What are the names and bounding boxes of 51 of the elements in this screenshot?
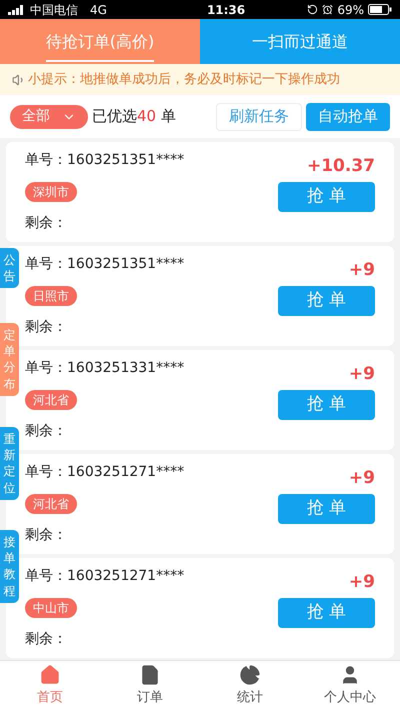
- city-tag: 河北省: [25, 494, 77, 514]
- price-text: +9: [348, 259, 375, 282]
- grab-order-button[interactable]: 抢 单: [278, 286, 375, 316]
- remaining-label: 剩余：: [25, 630, 68, 649]
- nav-item[interactable]: 个人中心: [300, 661, 400, 711]
- network-type: 4G: [90, 2, 107, 18]
- nav-item[interactable]: 统计: [200, 661, 300, 711]
- battery-percent: 69%: [337, 2, 364, 18]
- battery-icon: [368, 4, 392, 15]
- order-number: 单号：1603251351****: [25, 151, 186, 170]
- side-tab[interactable]: 定单分布: [0, 323, 19, 396]
- signal-icon: [8, 4, 26, 14]
- clock-time: 11:36: [206, 2, 246, 18]
- price-text: +9: [348, 571, 375, 594]
- price-text: +9: [348, 467, 375, 490]
- order-number: 单号：1603251271****: [25, 463, 186, 482]
- side-tab[interactable]: 重新定位: [0, 427, 19, 500]
- price-text: +10.37: [306, 155, 375, 178]
- order-number: 单号：1603251351****: [25, 255, 186, 274]
- grab-order-button[interactable]: 抢 单: [278, 390, 375, 420]
- order-number: 单号：1603251331****: [25, 359, 186, 378]
- grab-order-button[interactable]: 抢 单: [278, 182, 375, 212]
- alarm-icon: [322, 4, 334, 15]
- city-tag: 中山市: [25, 598, 77, 618]
- grab-order-button[interactable]: 抢 单: [278, 598, 375, 628]
- remaining-label: 剩余：: [25, 214, 68, 233]
- selected-count-text: 已优选40 单: [92, 106, 176, 128]
- order-number: 单号：1603251271****: [25, 567, 186, 586]
- document-icon: [139, 664, 161, 686]
- nav-item[interactable]: 首页: [0, 661, 100, 711]
- pie-chart-icon: [239, 664, 261, 686]
- rotation-lock-icon: [307, 4, 318, 15]
- filter-dropdown[interactable]: 全部: [10, 104, 88, 128]
- tab[interactable]: 一扫而过通道: [200, 19, 400, 64]
- price-text: +9: [348, 363, 375, 386]
- home-icon: [39, 664, 61, 686]
- remaining-label: 剩余：: [25, 526, 68, 545]
- side-tab[interactable]: 接单教程: [0, 530, 19, 603]
- city-tag: 深圳市: [25, 182, 77, 202]
- side-tab[interactable]: 公告: [0, 248, 19, 288]
- auto-grab-button[interactable]: 自动抢单: [306, 102, 390, 130]
- grab-order-button[interactable]: 抢 单: [278, 494, 375, 524]
- remaining-label: 剩余：: [25, 422, 68, 441]
- carrier-name: 中国电信: [30, 2, 78, 18]
- tip-text: 小提示：地推做单成功后，务必及时标记一下操作成功: [28, 70, 340, 89]
- remaining-label: 剩余：: [25, 318, 68, 337]
- refresh-button[interactable]: 刷新任务: [216, 102, 302, 130]
- nav-item[interactable]: 订单: [100, 661, 200, 711]
- city-tag: 日照市: [25, 286, 77, 306]
- city-tag: 河北省: [25, 390, 77, 410]
- tab[interactable]: 待抢订单(高价): [0, 19, 200, 64]
